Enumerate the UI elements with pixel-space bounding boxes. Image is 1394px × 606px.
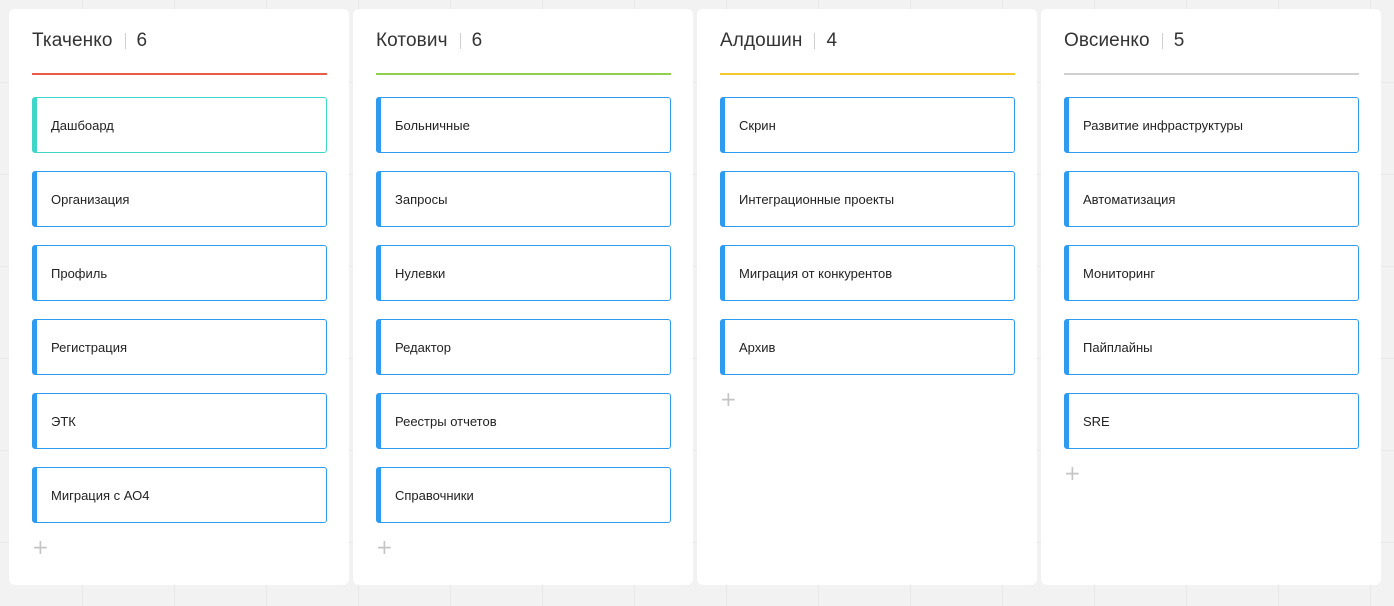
column-aldoshin: Алдошин 4 Скрин Интеграционные проекты М…	[697, 9, 1037, 585]
card[interactable]: Больничные	[376, 97, 671, 153]
card[interactable]: Редактор	[376, 319, 671, 375]
column-title[interactable]: Алдошин	[720, 30, 802, 52]
column-kotovich: Котович 6 Больничные Запросы Нулевки Ред…	[353, 9, 693, 585]
column-header: Ткаченко 6	[32, 9, 327, 75]
header-divider	[1161, 33, 1163, 49]
header-divider	[814, 33, 816, 49]
card[interactable]: Запросы	[376, 171, 671, 227]
card[interactable]: ЭТК	[32, 393, 327, 449]
kanban-board: Ткаченко 6 Дашбоард Организация Профиль …	[9, 9, 1381, 585]
card[interactable]: Регистрация	[32, 319, 327, 375]
column-header: Овсиенко 5	[1064, 9, 1359, 75]
plus-icon[interactable]: +	[376, 537, 393, 557]
plus-icon[interactable]: +	[32, 537, 49, 557]
card-count: 4	[826, 30, 838, 51]
column-title[interactable]: Овсиенко	[1064, 30, 1150, 52]
card[interactable]: Дашбоард	[32, 97, 327, 153]
plus-icon[interactable]: +	[1064, 463, 1081, 483]
card[interactable]: Архив	[720, 319, 1015, 375]
card[interactable]: Скрин	[720, 97, 1015, 153]
card[interactable]: Развитие инфраструктуры	[1064, 97, 1359, 153]
header-divider	[459, 33, 461, 49]
column-ovsienko: Овсиенко 5 Развитие инфраструктуры Автом…	[1041, 9, 1381, 585]
plus-icon[interactable]: +	[720, 389, 737, 409]
card-count: 5	[1173, 30, 1185, 51]
card[interactable]: SRE	[1064, 393, 1359, 449]
card-count: 6	[471, 30, 483, 51]
card[interactable]: Мониторинг	[1064, 245, 1359, 301]
header-divider	[124, 33, 126, 49]
card[interactable]: Справочники	[376, 467, 671, 523]
card[interactable]: Профиль	[32, 245, 327, 301]
column-header: Алдошин 4	[720, 9, 1015, 75]
card[interactable]: Реестры отчетов	[376, 393, 671, 449]
column-title[interactable]: Котович	[376, 30, 448, 52]
card[interactable]: Автоматизация	[1064, 171, 1359, 227]
card[interactable]: Организация	[32, 171, 327, 227]
card[interactable]: Интеграционные проекты	[720, 171, 1015, 227]
card-count: 6	[136, 30, 148, 51]
card[interactable]: Миграция от конкурентов	[720, 245, 1015, 301]
column-tkachenko: Ткаченко 6 Дашбоард Организация Профиль …	[9, 9, 349, 585]
column-title[interactable]: Ткаченко	[32, 30, 113, 52]
card[interactable]: Пайплайны	[1064, 319, 1359, 375]
card[interactable]: Миграция с АО4	[32, 467, 327, 523]
card[interactable]: Нулевки	[376, 245, 671, 301]
column-header: Котович 6	[376, 9, 671, 75]
